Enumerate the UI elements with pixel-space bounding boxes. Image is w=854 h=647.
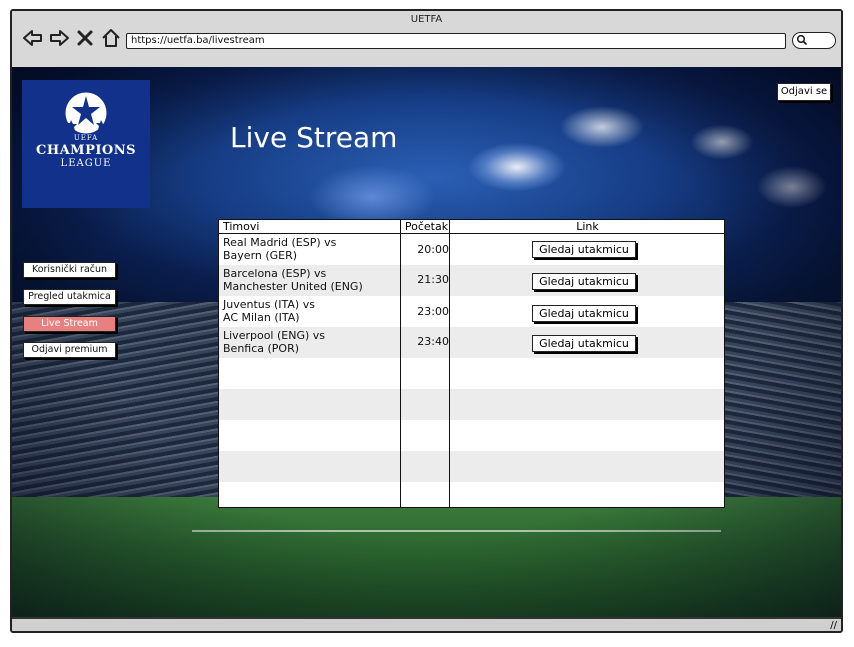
time-cell: 23:40	[417, 335, 449, 348]
logo-champions-text: CHAMPIONS	[35, 143, 137, 158]
column-header-teams: Timovi	[223, 220, 260, 233]
time-cell: 21:30	[417, 273, 449, 286]
search-icon	[796, 34, 808, 46]
nav-icons	[22, 27, 122, 49]
table-header: Timovi Početak Link	[219, 220, 724, 234]
logout-button[interactable]: Odjavi se	[777, 83, 831, 101]
close-icon[interactable]	[74, 27, 96, 49]
team-line: Juventus (ITA) vs	[223, 298, 315, 311]
sidebar-item-matches[interactable]: Pregled utakmica	[23, 289, 116, 305]
time-cell: 23:00	[417, 305, 449, 318]
logo-league-text: LEAGUE	[60, 158, 112, 169]
pitch-line	[192, 530, 721, 532]
team-line: Real Madrid (ESP) vs	[223, 236, 337, 249]
team-cell: Real Madrid (ESP) vs Bayern (GER)	[223, 236, 336, 262]
champions-league-logo: UEFA CHAMPIONS LEAGUE	[22, 80, 150, 208]
table-row-empty	[219, 358, 724, 389]
team-cell: Barcelona (ESP) vs Manchester United (ENG…	[223, 267, 363, 293]
table-row: Juventus (ITA) vs AC Milan (ITA) 23:00 Gl…	[219, 296, 724, 327]
table-row: Real Madrid (ESP) vs Bayern (GER) 20:00 G…	[219, 234, 724, 265]
resize-grip-icon[interactable]: //	[830, 620, 837, 631]
column-divider	[400, 220, 401, 507]
table-row: Liverpool (ENG) vs Benfica (POR) 23:40 Gl…	[219, 327, 724, 358]
browser-titlebar: UETFA https://uetfa.ba/livestream	[12, 11, 841, 69]
watch-match-button[interactable]: Gledaj utakmicu	[532, 241, 636, 258]
table-row-empty	[219, 451, 724, 482]
watch-match-button[interactable]: Gledaj utakmicu	[532, 335, 636, 352]
table-row-empty	[219, 482, 724, 507]
team-cell: Juventus (ITA) vs AC Milan (ITA)	[223, 298, 315, 324]
back-arrow-icon[interactable]	[22, 27, 44, 49]
sidebar-item-live-stream[interactable]: Live Stream	[23, 316, 116, 332]
team-line: Benfica (POR)	[223, 342, 300, 355]
time-cell: 20:00	[417, 243, 449, 256]
starball-icon	[64, 91, 108, 135]
url-bar[interactable]: https://uetfa.ba/livestream	[126, 33, 786, 49]
column-header-link: Link	[576, 220, 599, 233]
browser-statusbar: //	[12, 617, 841, 631]
table-row: Barcelona (ESP) vs Manchester United (ENG…	[219, 265, 724, 296]
team-line: AC Milan (ITA)	[223, 311, 300, 324]
forward-arrow-icon[interactable]	[48, 27, 70, 49]
watch-match-button[interactable]: Gledaj utakmicu	[532, 305, 636, 322]
logo-uefa-text: UEFA	[73, 134, 99, 142]
browser-search-box[interactable]	[792, 32, 836, 49]
sidebar-item-cancel-premium[interactable]: Odjavi premium	[23, 342, 116, 358]
team-cell: Liverpool (ENG) vs Benfica (POR)	[223, 329, 325, 355]
browser-window: UETFA https://uetfa.ba/livestream UEFA C…	[10, 9, 843, 633]
table-row-empty	[219, 420, 724, 451]
stadium-pitch	[12, 497, 841, 621]
window-title: UETFA	[410, 14, 443, 25]
team-line: Liverpool (ENG) vs	[223, 329, 326, 342]
table-row-empty	[219, 389, 724, 420]
team-line: Manchester United (ENG)	[223, 280, 363, 293]
home-icon[interactable]	[100, 27, 122, 49]
team-line: Bayern (GER)	[223, 249, 298, 262]
watch-match-button[interactable]: Gledaj utakmicu	[532, 273, 636, 290]
livestream-table: Real Madrid (ESP) vs Bayern (GER) 20:00 G…	[218, 219, 725, 508]
sidebar-item-account[interactable]: Korisnički račun	[23, 262, 116, 278]
page-title: Live Stream	[230, 121, 398, 154]
page-content: UEFA CHAMPIONS LEAGUE Odjavi se Live Str…	[12, 67, 841, 621]
team-line: Barcelona (ESP) vs	[223, 267, 327, 280]
column-header-start: Početak	[404, 220, 449, 233]
column-divider	[449, 220, 450, 507]
